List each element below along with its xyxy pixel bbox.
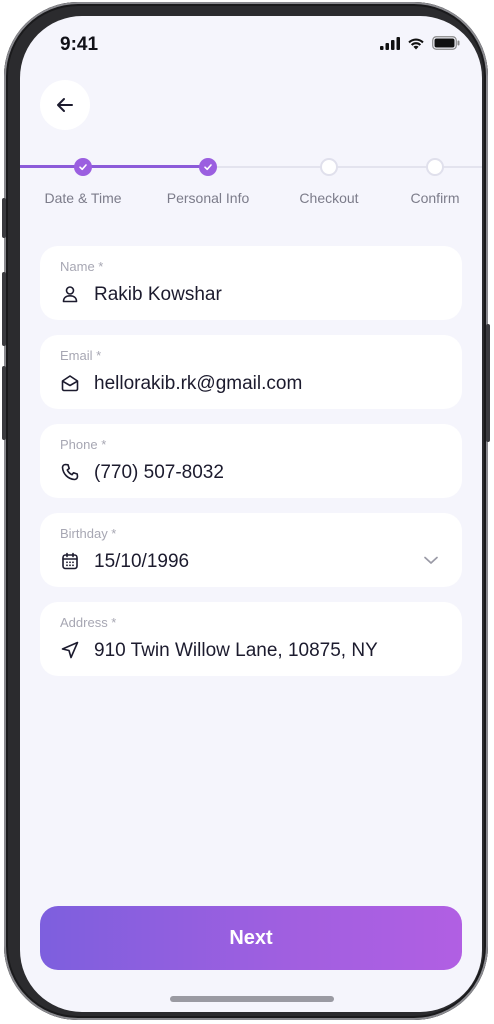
phone-value: (770) 507-8032: [94, 462, 224, 483]
volume-up-button: [2, 272, 6, 346]
step-label-personal-info: Personal Info: [166, 190, 250, 206]
step-dot-personal-info[interactable]: [199, 158, 217, 176]
step-label-date-time: Date & Time: [44, 190, 122, 206]
status-time: 9:41: [60, 34, 99, 55]
phone-label: Phone *: [60, 437, 107, 452]
phone-frame: 9:41 Date & Time Personal Info Checkout …: [2, 2, 490, 1020]
birthday-label: Birthday *: [60, 526, 117, 541]
mute-switch: [2, 198, 6, 238]
phone-icon: [61, 463, 79, 481]
mail-icon: [61, 375, 79, 392]
step-dot-checkout[interactable]: [320, 158, 338, 176]
step-label-confirm: Confirm: [410, 190, 460, 206]
name-value: Rakib Kowshar: [94, 284, 222, 305]
arrow-left-icon: [57, 98, 73, 112]
step-dot-confirm[interactable]: [426, 158, 444, 176]
check-icon: [79, 164, 87, 171]
email-value: hellorakib.rk@gmail.com: [94, 373, 303, 394]
power-button: [486, 324, 490, 442]
step-label-checkout: Checkout: [299, 190, 359, 206]
phone-field[interactable]: Phone * (770) 507-8032: [40, 424, 462, 498]
birthday-field[interactable]: Birthday * 15/10/1996: [40, 513, 462, 587]
address-label: Address *: [60, 615, 117, 630]
navigation-icon: [61, 641, 79, 659]
screen: 9:41 Date & Time Personal Info Checkout …: [20, 16, 482, 1012]
volume-down-button: [2, 366, 6, 440]
calendar-icon: [62, 552, 78, 570]
stepper-progress: [20, 165, 208, 168]
home-indicator: [170, 996, 334, 1002]
email-label: Email *: [60, 348, 102, 363]
address-field[interactable]: Address * 910 Twin Willow Lane, 10875, N…: [40, 602, 462, 676]
back-button[interactable]: [40, 80, 90, 130]
check-icon: [204, 164, 212, 171]
battery-icon: [432, 36, 460, 50]
wifi-icon: [408, 38, 424, 49]
step-dot-date-time[interactable]: [74, 158, 92, 176]
chevron-down-icon[interactable]: [422, 551, 440, 569]
address-value: 910 Twin Willow Lane, 10875, NY: [94, 640, 378, 661]
birthday-value: 15/10/1996: [94, 551, 190, 572]
signal-icon: [380, 36, 400, 50]
user-icon: [62, 286, 78, 303]
status-icons: [380, 36, 460, 50]
name-field[interactable]: Name * Rakib Kowshar: [40, 246, 462, 320]
name-label: Name *: [60, 259, 104, 274]
next-button[interactable]: Next: [40, 906, 462, 970]
email-field[interactable]: Email * hellorakib.rk@gmail.com: [40, 335, 462, 409]
